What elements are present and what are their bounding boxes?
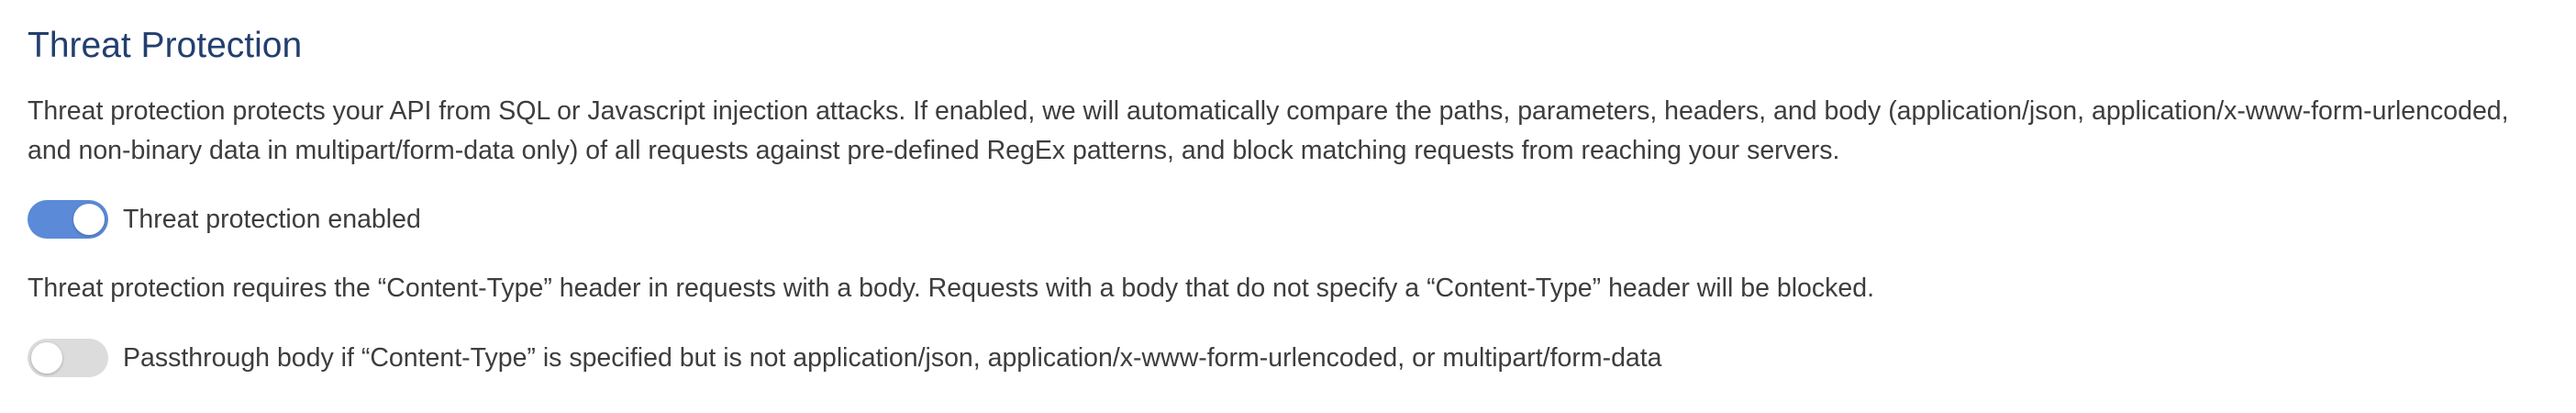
toggle-knob <box>31 342 62 374</box>
passthrough-body-toggle-label[interactable]: Passthrough body if “Content-Type” is sp… <box>123 343 1662 374</box>
content-type-note: Threat protection requires the “Content-… <box>28 273 1874 303</box>
threat-protection-toggle-label[interactable]: Threat protection enabled <box>123 205 421 235</box>
passthrough-body-toggle[interactable] <box>28 339 108 377</box>
passthrough-toggle-row: Passthrough body if “Content-Type” is sp… <box>28 338 1662 378</box>
toggle-knob <box>73 204 105 235</box>
section-description: Threat protection protects your API from… <box>28 96 2509 165</box>
section-title: Threat Protection <box>28 26 303 65</box>
threat-protection-toggle[interactable] <box>28 200 108 239</box>
threat-protection-toggle-row: Threat protection enabled <box>28 199 421 240</box>
